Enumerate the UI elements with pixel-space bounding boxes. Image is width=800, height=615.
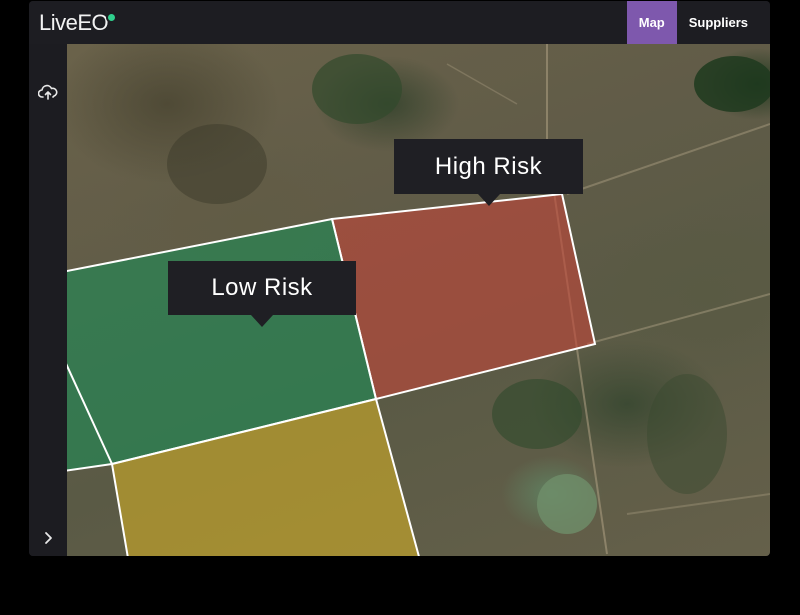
top-bar: LiveEO Map Suppliers [29, 1, 770, 44]
tab-suppliers[interactable]: Suppliers [677, 1, 760, 44]
low-risk-label: Low Risk [168, 261, 356, 315]
brand-logo[interactable]: LiveEO [39, 10, 118, 36]
chevron-right-icon [45, 532, 52, 544]
sidebar [29, 44, 67, 556]
expand-sidebar-button[interactable] [36, 526, 60, 550]
upload-button[interactable] [36, 80, 60, 104]
high-risk-label: High Risk [394, 139, 583, 194]
satellite-map[interactable]: High Risk Low Risk [67, 44, 770, 556]
tab-map[interactable]: Map [626, 1, 677, 44]
brand-name: LiveEO [39, 10, 109, 35]
high-risk-parcel[interactable] [330, 192, 597, 401]
logo-dot-icon [106, 11, 118, 23]
cloud-upload-icon [38, 84, 58, 100]
main-nav: Map Suppliers [626, 1, 760, 44]
app-window: LiveEO Map Suppliers High Risk Low Risk [29, 1, 770, 556]
